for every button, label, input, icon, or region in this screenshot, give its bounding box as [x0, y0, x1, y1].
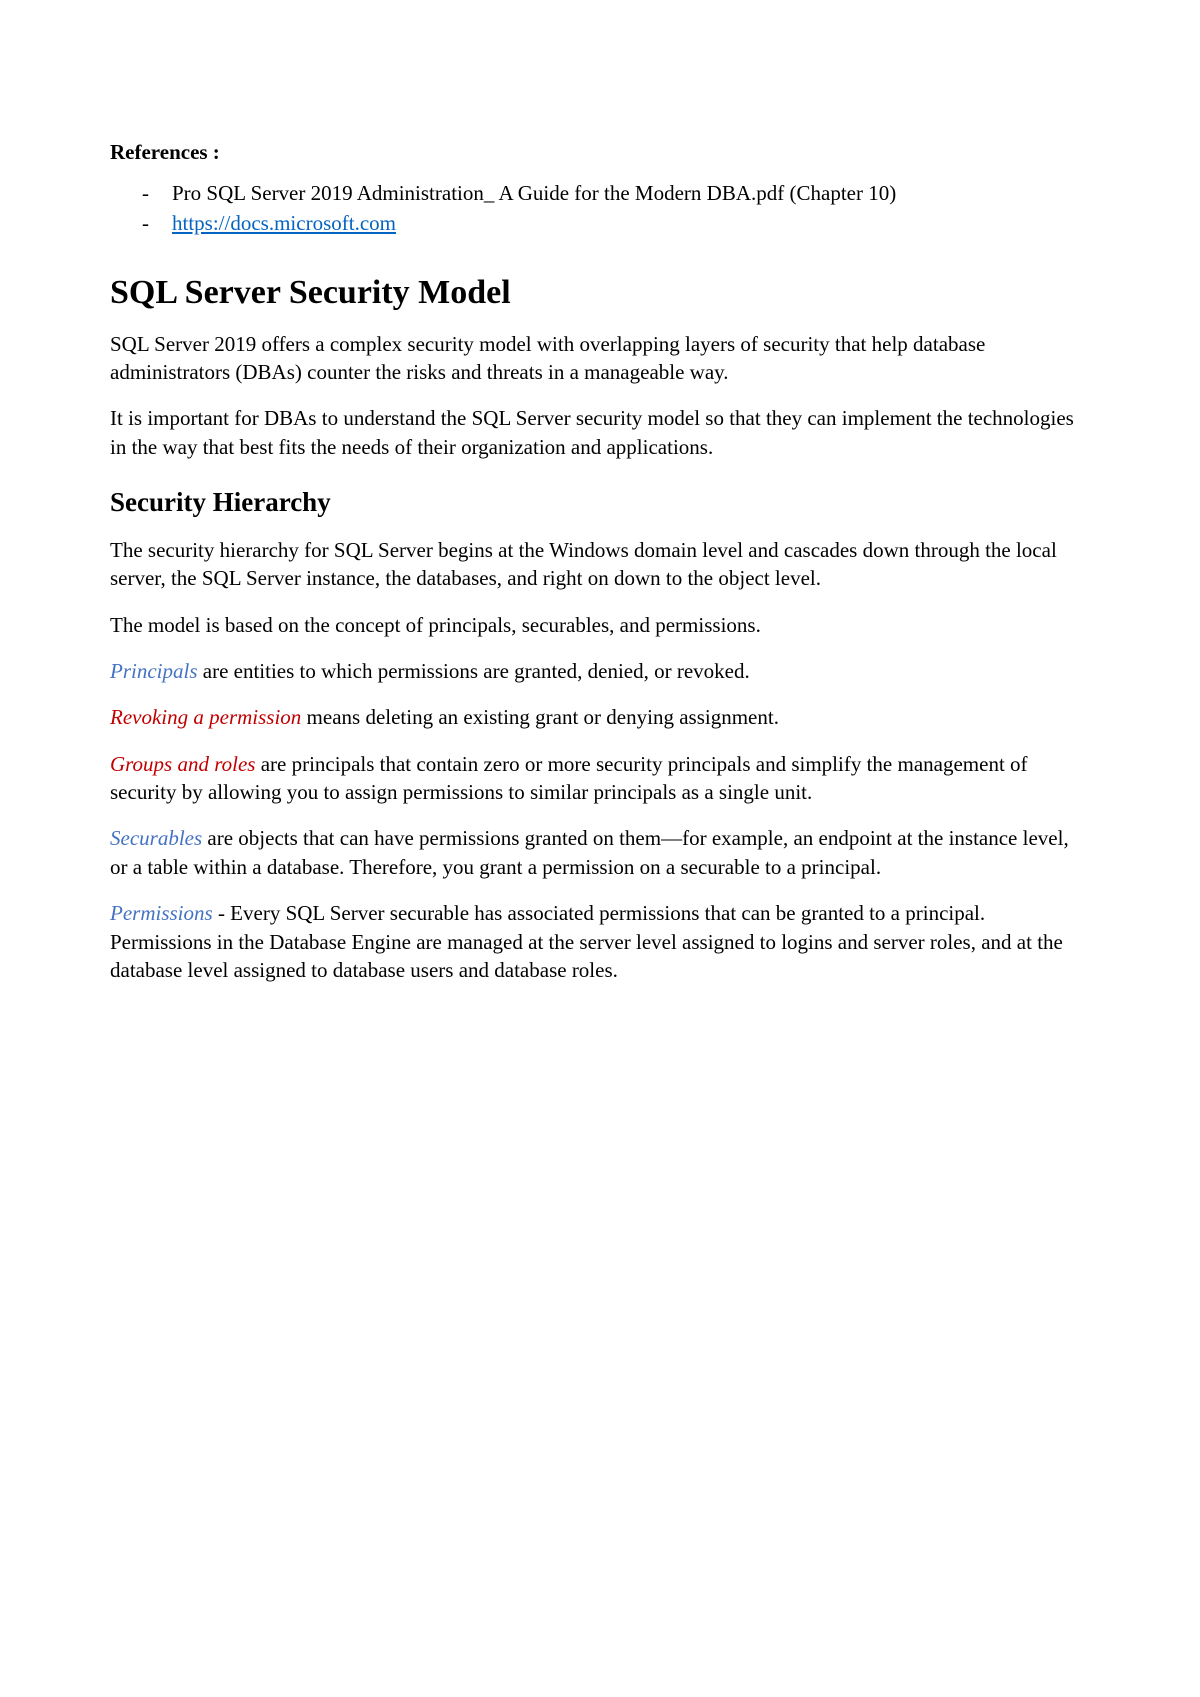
definition-text: are objects that can have permissions gr… [110, 826, 1069, 878]
references-heading: References : [110, 140, 1090, 165]
page-title: SQL Server Security Model [110, 274, 1090, 312]
term-securables: Securables [110, 826, 202, 850]
intro-paragraph: It is important for DBAs to understand t… [110, 404, 1090, 461]
section-subtitle: Security Hierarchy [110, 487, 1090, 518]
definition-groups-roles: Groups and roles are principals that con… [110, 750, 1090, 807]
references-list: Pro SQL Server 2019 Administration_ A Gu… [110, 179, 1090, 238]
definition-text: - Every SQL Server securable has associa… [110, 901, 1063, 982]
reference-link[interactable]: https://docs.microsoft.com [172, 211, 396, 235]
term-groups-roles: Groups and roles [110, 752, 255, 776]
definition-text: are entities to which permissions are gr… [198, 659, 750, 683]
term-principals: Principals [110, 659, 198, 683]
hierarchy-paragraph: The model is based on the concept of pri… [110, 611, 1090, 639]
definition-text: means deleting an existing grant or deny… [301, 705, 779, 729]
definition-principals: Principals are entities to which permiss… [110, 657, 1090, 685]
term-permissions: Permissions [110, 901, 213, 925]
document-page: References : Pro SQL Server 2019 Adminis… [0, 0, 1200, 1122]
definition-revoking: Revoking a permission means deleting an … [110, 703, 1090, 731]
reference-item: https://docs.microsoft.com [172, 209, 1090, 237]
term-revoking: Revoking a permission [110, 705, 301, 729]
intro-paragraph: SQL Server 2019 offers a complex securit… [110, 330, 1090, 387]
hierarchy-paragraph: The security hierarchy for SQL Server be… [110, 536, 1090, 593]
definition-securables: Securables are objects that can have per… [110, 824, 1090, 881]
definition-permissions: Permissions - Every SQL Server securable… [110, 899, 1090, 984]
reference-item: Pro SQL Server 2019 Administration_ A Gu… [172, 179, 1090, 207]
